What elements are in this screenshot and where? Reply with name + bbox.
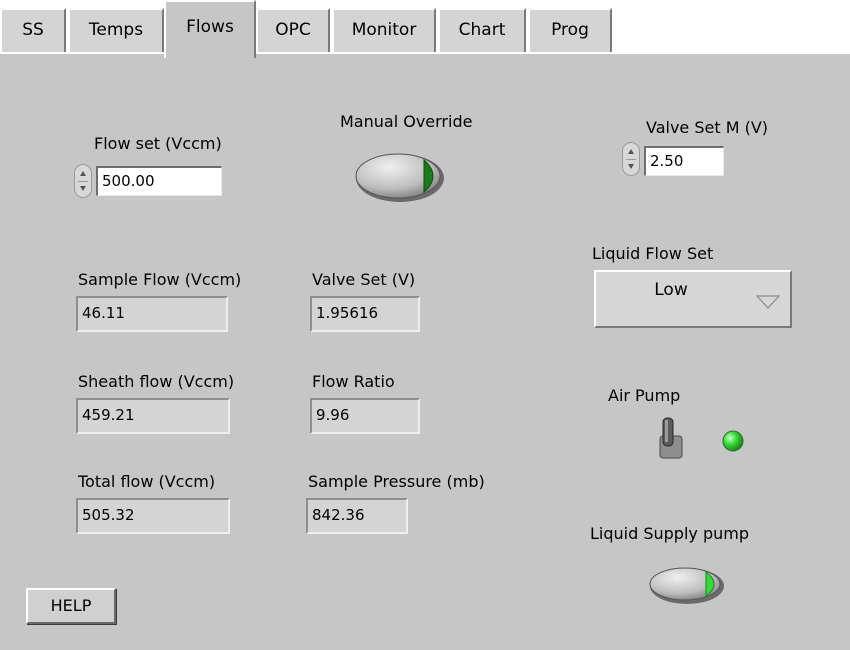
decrement-arrow-icon[interactable] (628, 164, 634, 169)
tab-chart[interactable]: Chart (438, 8, 526, 52)
tab-monitor[interactable]: Monitor (332, 8, 436, 52)
total-flow-display: 505.32 (76, 498, 230, 534)
sample-pressure-label: Sample Pressure (mb) (308, 472, 485, 491)
flow-ratio-label: Flow Ratio (312, 372, 395, 391)
liquid-flow-set-dropdown[interactable]: Low (594, 270, 792, 328)
increment-arrow-icon[interactable] (628, 149, 634, 154)
flow-set-input[interactable]: 500.00 (96, 166, 222, 196)
valve-set-m-input[interactable]: 2.50 (644, 146, 724, 176)
tab-prog[interactable]: Prog (528, 8, 612, 52)
valve-set-m-stepper[interactable] (622, 142, 640, 176)
tab-ss[interactable]: SS (0, 8, 66, 52)
flow-ratio-display: 9.96 (310, 398, 420, 434)
tab-flows[interactable]: Flows (164, 0, 256, 58)
valve-set-m-label: Valve Set M (V) (646, 118, 769, 137)
air-pump-toggle-switch[interactable] (654, 416, 688, 462)
air-pump-label: Air Pump (608, 386, 681, 405)
sheath-flow-label: Sheath flow (Vccm) (78, 372, 235, 391)
manual-override-toggle-button[interactable] (352, 148, 448, 204)
flows-panel: Flow set (Vccm) 500.00 Manual Override V… (0, 52, 850, 650)
sheath-flow-display: 459.21 (76, 398, 230, 434)
total-flow-label: Total flow (Vccm) (78, 472, 216, 491)
increment-arrow-icon[interactable] (80, 171, 86, 176)
valve-set-label: Valve Set (V) (312, 270, 416, 289)
liquid-flow-set-value: Low (654, 280, 688, 300)
flow-set-label: Flow set (Vccm) (94, 134, 222, 153)
air-pump-led-icon (722, 430, 744, 452)
sample-pressure-display: 842.36 (306, 498, 408, 534)
liquid-supply-pump-toggle-button[interactable] (646, 562, 728, 606)
sample-flow-display: 46.11 (76, 296, 228, 332)
manual-override-label: Manual Override (340, 112, 473, 131)
stepper-divider (78, 181, 88, 182)
dropdown-triangle-icon[interactable] (756, 294, 780, 310)
valve-set-display: 1.95616 (310, 296, 420, 332)
decrement-arrow-icon[interactable] (80, 186, 86, 191)
help-button[interactable]: HELP (26, 588, 116, 624)
stepper-divider (626, 159, 636, 160)
tab-opc[interactable]: OPC (256, 8, 330, 52)
sample-flow-label: Sample Flow (Vccm) (78, 270, 242, 289)
liquid-supply-pump-label: Liquid Supply pump (590, 524, 749, 543)
tab-temps[interactable]: Temps (68, 8, 164, 52)
tab-strip: SS Temps Flows OPC Monitor Chart Prog (0, 0, 850, 58)
liquid-flow-set-label: Liquid Flow Set (592, 244, 714, 263)
flow-set-stepper[interactable] (74, 164, 92, 198)
